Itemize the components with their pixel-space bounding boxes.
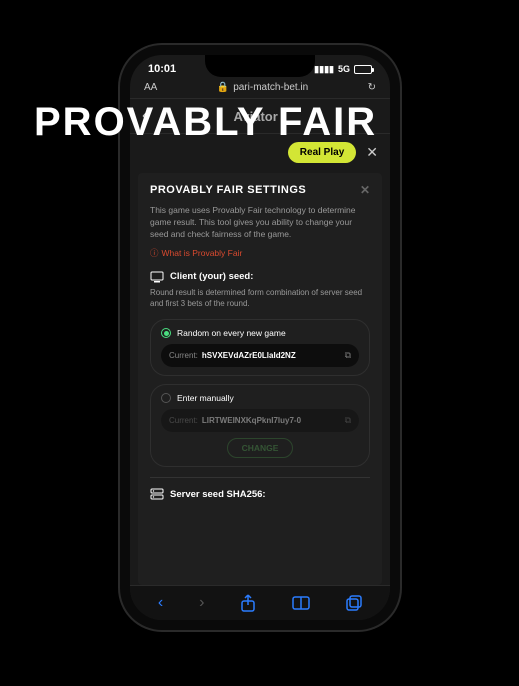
share-icon[interactable] [240,594,256,612]
current-label: Current: [169,351,198,360]
current-label: Current: [169,416,198,425]
signal-icon: ▮▮▮▮ [314,64,334,75]
real-play-button[interactable]: Real Play [288,142,356,163]
nav-back-icon[interactable]: ‹ [158,594,163,612]
browser-bar: AA 🔒 pari-match-bet.in ↻ [130,77,390,99]
browser-url[interactable]: 🔒 pari-match-bet.in [217,82,308,93]
info-link-text: What is Provably Fair [162,248,243,258]
provably-fair-modal: PROVABLY FAIR SETTINGS ✕ This game uses … [138,173,382,585]
reload-icon[interactable]: ↻ [368,82,376,93]
manual-seed-box: Current: LlRTWEINXKqPknI7luy7-0 ⧉ [161,409,359,432]
manual-seed-option[interactable]: Enter manually Current: LlRTWEINXKqPknI7… [150,384,370,467]
what-is-provably-fair-link[interactable]: ⓘ What is Provably Fair [150,247,370,259]
random-seed-option[interactable]: Random on every new game Current: hSVXEV… [150,319,370,376]
random-option-label: Random on every new game [177,328,286,338]
manual-option-label: Enter manually [177,393,234,403]
text-size-control[interactable]: AA [144,82,157,93]
change-button[interactable]: CHANGE [227,438,294,458]
copy-icon[interactable]: ⧉ [345,415,351,426]
modal-header: PROVABLY FAIR SETTINGS ✕ [150,183,370,197]
computer-icon [150,271,164,283]
random-seed-box: Current: hSVXEVdAZrE0LlaId2NZ ⧉ [161,344,359,367]
server-icon [150,488,164,500]
phone-notch [205,55,315,77]
client-seed-description: Round result is determined form combinat… [150,287,370,309]
battery-icon [354,65,372,74]
radio-unselected-icon[interactable] [161,393,171,403]
network-label: 5G [338,64,350,74]
overlay-title: PROVABLY FAIR [34,100,377,145]
client-seed-header: Client (your) seed: [150,271,370,283]
random-radio-row: Random on every new game [161,328,359,338]
tabs-icon[interactable] [346,595,362,611]
copy-icon[interactable]: ⧉ [345,350,351,361]
status-right: ▮▮▮▮ 5G [314,64,372,75]
close-icon[interactable]: ✕ [366,144,378,161]
server-seed-header: Server seed SHA256: [150,477,370,500]
random-seed-value: hSVXEVdAZrE0LlaId2NZ [202,351,341,360]
modal-description: This game uses Provably Fair technology … [150,205,370,241]
url-text: pari-match-bet.in [233,82,308,93]
modal-close-icon[interactable]: ✕ [360,183,370,197]
bookmarks-icon[interactable] [292,596,310,610]
client-seed-title: Client (your) seed: [170,271,253,282]
modal-title: PROVABLY FAIR SETTINGS [150,184,306,196]
info-icon: ⓘ [150,247,159,259]
status-time: 10:01 [148,63,176,75]
radio-selected-icon[interactable] [161,328,171,338]
safari-tabbar: ‹ › [130,585,390,620]
manual-radio-row: Enter manually [161,393,359,403]
lock-icon: 🔒 [217,82,229,93]
manual-seed-value: LlRTWEINXKqPknI7luy7-0 [202,416,341,425]
nav-forward-icon[interactable]: › [199,594,204,612]
server-seed-title: Server seed SHA256: [170,489,266,500]
